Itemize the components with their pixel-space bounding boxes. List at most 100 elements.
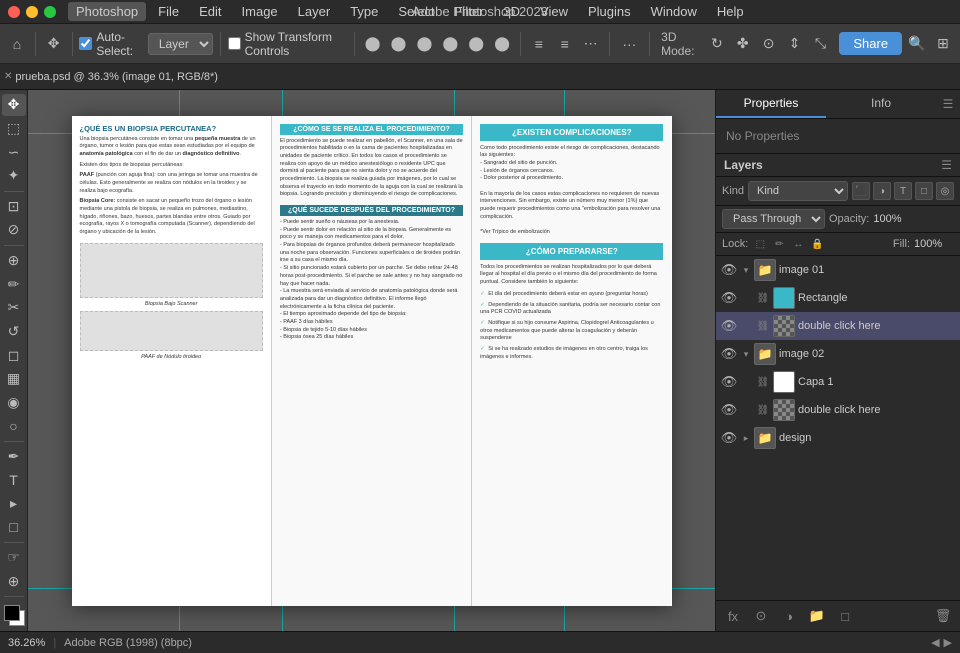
adjustment-layer-icon[interactable]: ◑ <box>778 605 800 627</box>
clone-stamp-tool[interactable]: ✂ <box>2 297 26 319</box>
tab-close-button[interactable]: ✕ <box>4 71 12 82</box>
new-group-icon[interactable]: 📁 <box>806 605 828 627</box>
tab-properties[interactable]: Properties <box>716 90 826 118</box>
filter-pixel-icon[interactable]: ⬛ <box>852 182 870 200</box>
lock-artboard-icon[interactable]: ↔ <box>790 236 806 252</box>
visibility-icon-design[interactable]: 👁 <box>720 429 738 447</box>
document-tab[interactable]: prueba.psd @ 36.3% (image 01, RGB/8*) <box>15 71 218 83</box>
layer-name-dblclick1[interactable]: double click here <box>798 320 956 332</box>
lock-position-icon[interactable]: ✏ <box>771 236 787 252</box>
blur-tool[interactable]: ◉ <box>2 392 26 414</box>
path-select-tool[interactable]: ▸ <box>2 493 26 515</box>
3d-pan-icon[interactable]: ✤ <box>732 30 754 58</box>
layer-name-capa1[interactable]: Capa 1 <box>798 376 956 388</box>
3d-rotate-icon[interactable]: ↻ <box>706 30 728 58</box>
3d-scale-icon[interactable]: ⤡ <box>809 30 831 58</box>
home-icon[interactable]: ⌂ <box>6 30 28 58</box>
dodge-tool[interactable]: ○ <box>2 415 26 437</box>
pen-tool[interactable]: ✒ <box>2 446 26 468</box>
filter-type-select[interactable]: Kind <box>748 181 848 201</box>
filter-type-icon[interactable]: T <box>894 182 912 200</box>
filter-adjust-icon[interactable]: ◑ <box>873 182 891 200</box>
lasso-tool[interactable]: ∽ <box>2 141 26 163</box>
foreground-color-swatch[interactable] <box>4 605 20 621</box>
minimize-button[interactable] <box>26 6 38 18</box>
distribute-h-icon[interactable]: ≡ <box>528 30 550 58</box>
lock-all-icon[interactable]: 🔒 <box>809 236 825 252</box>
3d-slide-icon[interactable]: ⇕ <box>784 30 806 58</box>
visibility-icon-image02[interactable]: 👁 <box>720 345 738 363</box>
move-tool[interactable]: ✥ <box>2 94 26 116</box>
visibility-icon-image01[interactable]: 👁 <box>720 261 738 279</box>
align-center-v-icon[interactable]: ⬤ <box>465 30 487 58</box>
layer-name-image02[interactable]: image 02 <box>779 348 956 360</box>
arrow-right-icon[interactable]: ▶ <box>944 636 952 649</box>
3d-roll-icon[interactable]: ⊙ <box>758 30 780 58</box>
new-layer-icon[interactable]: □ <box>834 605 856 627</box>
shape-tool[interactable]: □ <box>2 517 26 539</box>
filter-smart-icon[interactable]: ◎ <box>936 182 954 200</box>
menu-plugins[interactable]: Plugins <box>580 2 639 21</box>
menu-window[interactable]: Window <box>643 2 705 21</box>
distribute-more-icon[interactable]: ⋯ <box>580 30 602 58</box>
workspace-icon[interactable]: ⊞ <box>932 30 954 58</box>
menu-layer[interactable]: Layer <box>290 2 339 21</box>
menu-photoshop[interactable]: Photoshop <box>68 2 146 21</box>
layer-name-rectangle[interactable]: Rectangle <box>798 292 956 304</box>
fx-icon[interactable]: fx <box>722 605 744 627</box>
history-brush-tool[interactable]: ↺ <box>2 321 26 343</box>
expand-icon-image01[interactable]: ▾ <box>741 265 751 276</box>
eraser-tool[interactable]: ◻ <box>2 344 26 366</box>
distribute-v-icon[interactable]: ≡ <box>554 30 576 58</box>
menu-image[interactable]: Image <box>234 2 286 21</box>
align-right-icon[interactable]: ⬤ <box>413 30 435 58</box>
add-mask-icon[interactable]: ⊙ <box>750 605 772 627</box>
type-tool[interactable]: T <box>2 469 26 491</box>
color-swatches[interactable] <box>2 603 26 625</box>
spot-heal-tool[interactable]: ⊕ <box>2 250 26 272</box>
opacity-value[interactable]: 100% <box>873 213 918 225</box>
auto-select-checkbox[interactable] <box>79 37 92 50</box>
share-button[interactable]: Share <box>839 32 902 55</box>
panel-menu-icon[interactable]: ☰ <box>936 90 960 118</box>
lock-pixel-icon[interactable]: ⬚ <box>752 236 768 252</box>
expand-icon-image02[interactable]: ▾ <box>741 349 751 360</box>
layer-row-dblclick2[interactable]: 👁 ⛓ double click here <box>716 396 960 424</box>
layer-row-rectangle[interactable]: 👁 ⛓ Rectangle <box>716 284 960 312</box>
auto-select-dropdown[interactable]: Layer <box>148 33 213 55</box>
search-icon[interactable]: 🔍 <box>906 30 928 58</box>
align-center-h-icon[interactable]: ⬤ <box>388 30 410 58</box>
layer-row-capa1[interactable]: 👁 ⛓ Capa 1 <box>716 368 960 396</box>
layer-row-design-group[interactable]: 👁 ▸ 📁 design <box>716 424 960 452</box>
visibility-icon-dblclick2[interactable]: 👁 <box>720 401 738 419</box>
layer-name-dblclick2[interactable]: double click here <box>798 404 956 416</box>
blend-mode-select[interactable]: Pass Through <box>722 209 825 229</box>
show-transform-checkbox[interactable] <box>228 37 241 50</box>
layer-name-design[interactable]: design <box>779 432 956 444</box>
menu-file[interactable]: File <box>150 2 187 21</box>
align-top-icon[interactable]: ⬤ <box>439 30 461 58</box>
delete-layer-icon[interactable]: 🗑 <box>932 605 954 627</box>
marquee-tool[interactable]: ⬚ <box>2 118 26 140</box>
close-button[interactable] <box>8 6 20 18</box>
expand-icon-design[interactable]: ▸ <box>741 433 751 444</box>
layer-row-image01-group[interactable]: 👁 ▾ 📁 image 01 <box>716 256 960 284</box>
layer-name-image01[interactable]: image 01 <box>779 264 956 276</box>
brush-tool[interactable]: ✏ <box>2 273 26 295</box>
menu-edit[interactable]: Edit <box>191 2 229 21</box>
maximize-button[interactable] <box>44 6 56 18</box>
move-tool-icon[interactable]: ✥ <box>43 30 65 58</box>
crop-tool[interactable]: ⊡ <box>2 195 26 217</box>
layers-menu-button[interactable]: ☰ <box>941 158 952 172</box>
layer-row-dblclick1[interactable]: 👁 ⛓ double click here <box>716 312 960 340</box>
magic-wand-tool[interactable]: ✦ <box>2 165 26 187</box>
align-left-icon[interactable]: ⬤ <box>362 30 384 58</box>
gradient-tool[interactable]: ▦ <box>2 368 26 390</box>
menu-help[interactable]: Help <box>709 2 752 21</box>
align-bottom-icon[interactable]: ⬤ <box>491 30 513 58</box>
zoom-tool[interactable]: ⊕ <box>2 571 26 593</box>
visibility-icon-rectangle[interactable]: 👁 <box>720 289 738 307</box>
tab-info[interactable]: Info <box>826 90 936 118</box>
filter-shape-icon[interactable]: □ <box>915 182 933 200</box>
hand-tool[interactable]: ☞ <box>2 547 26 569</box>
